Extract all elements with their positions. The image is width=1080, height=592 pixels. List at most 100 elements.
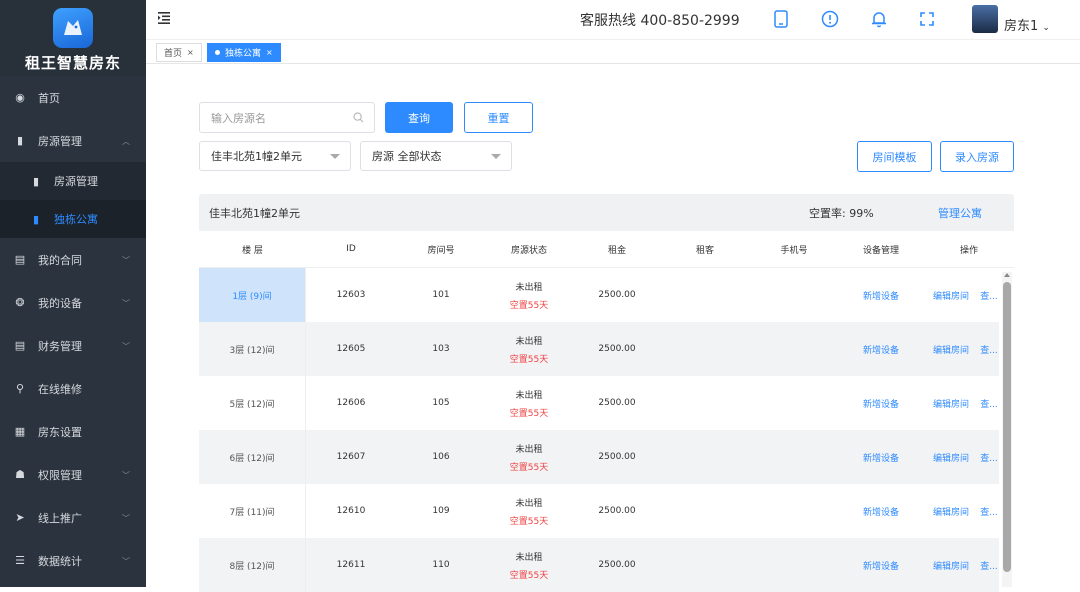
building-icon: ▮ [30, 213, 42, 225]
sidebar-item-statistics[interactable]: ☰ 数据统计 ﹀ [0, 539, 146, 582]
scrollbar-thumb[interactable] [1003, 282, 1011, 572]
chevron-down-icon: ﹀ [122, 556, 130, 567]
sidebar-sub-apartment[interactable]: ▮ 独栋公寓 [0, 200, 146, 238]
menu-toggle-icon[interactable] [158, 12, 172, 24]
search-input[interactable]: 输入房源名 [199, 102, 375, 133]
room-cell: 103 [411, 322, 471, 376]
tab-home[interactable]: 首页× [156, 43, 202, 62]
sidebar-item-label: 权限管理 [38, 467, 82, 483]
vacant-days: 空置55天 [510, 568, 548, 581]
edit-room-link[interactable]: 编辑房间 [925, 538, 977, 592]
fullscreen-icon[interactable] [918, 10, 936, 28]
sidebar-item-finance[interactable]: ▤ 财务管理 ﹀ [0, 324, 146, 367]
sidebar-item-label: 首页 [38, 90, 60, 106]
status-select[interactable]: 房源 全部状态 [360, 141, 512, 171]
floor-cell[interactable]: 5层 (12)间 [199, 376, 306, 430]
reset-button[interactable]: 重置 [464, 102, 533, 133]
sidebar-item-label: 房源管理 [38, 133, 82, 149]
status-text: 未出租 [515, 496, 542, 509]
sidebar-item-label: 财务管理 [38, 338, 82, 354]
tab-label: 独栋公寓 [225, 46, 261, 59]
close-icon[interactable]: × [187, 48, 194, 57]
view-link[interactable]: 查... [979, 484, 999, 538]
edit-room-link[interactable]: 编辑房间 [925, 376, 977, 430]
rent-cell: 2500.00 [587, 484, 647, 538]
add-device-link[interactable]: 新增设备 [851, 268, 911, 322]
status-text: 未出租 [515, 334, 542, 347]
sidebar-sub-property[interactable]: ▮ 房源管理 [0, 162, 146, 200]
close-icon[interactable]: × [266, 48, 273, 57]
room-cell: 109 [411, 484, 471, 538]
status-cell: 未出租空置55天 [499, 322, 559, 376]
tab-apartment[interactable]: 独栋公寓 × [207, 43, 281, 62]
finance-icon: ▤ [14, 340, 26, 352]
status-cell: 未出租空置55天 [499, 268, 559, 322]
table-row: 5层 (12)间 12606 105 未出租空置55天 2500.00 新增设备… [199, 376, 999, 430]
sidebar-item-settings[interactable]: ▦ 房东设置 [0, 410, 146, 453]
table-row: 6层 (12)间 12607 106 未出租空置55天 2500.00 新增设备… [199, 430, 999, 484]
col-id: ID [321, 244, 381, 254]
floor-cell[interactable]: 6层 (12)间 [199, 430, 306, 484]
add-device-link[interactable]: 新增设备 [851, 430, 911, 484]
query-button[interactable]: 查询 [385, 102, 453, 133]
avatar[interactable] [972, 5, 998, 33]
sidebar-item-devices[interactable]: ❂ 我的设备 ﹀ [0, 281, 146, 324]
floor-cell[interactable]: 8层 (12)间 [199, 538, 306, 592]
wolf-logo-icon [53, 8, 93, 48]
sidebar-item-permissions[interactable]: ☗ 权限管理 ﹀ [0, 453, 146, 496]
user-menu[interactable]: 房东1 ⌄ [1004, 15, 1050, 34]
apartment-panel: 佳丰北苑1幢2单元 空置率: 99% 管理公寓 楼 层 ID 房间号 房源状态 … [199, 194, 1014, 587]
manage-apartment-link[interactable]: 管理公寓 [938, 205, 982, 221]
col-device: 设备管理 [851, 243, 911, 256]
caret-down-icon: ⌄ [1042, 23, 1050, 33]
view-link[interactable]: 查... [979, 322, 999, 376]
view-link[interactable]: 查... [979, 430, 999, 484]
scroll-up-icon[interactable] [1004, 273, 1010, 277]
edit-room-link[interactable]: 编辑房间 [925, 430, 977, 484]
add-device-link[interactable]: 新增设备 [851, 322, 911, 376]
tablet-icon[interactable] [772, 10, 790, 28]
chevron-down-icon: ﹀ [122, 470, 130, 481]
edit-room-link[interactable]: 编辑房间 [925, 268, 977, 322]
search-icon: ⚲ [14, 383, 26, 395]
add-room-button[interactable]: 录入房源 [940, 141, 1014, 172]
hotline-text: 客服热线 400-850-2999 [580, 10, 740, 30]
users-icon: ☗ [14, 469, 26, 481]
sidebar-item-property[interactable]: ▮ 房源管理 ︿ [0, 119, 146, 162]
grid-icon: ▦ [14, 426, 26, 438]
floor-cell[interactable]: 1层 (9)间 [199, 268, 306, 322]
add-device-link[interactable]: 新增设备 [851, 538, 911, 592]
sidebar-nav: ◉ 首页 ▮ 房源管理 ︿ ▮ 房源管理 ▮ 独栋公寓 ▤ 我的合同 ﹀ ❂ 我… [0, 76, 146, 582]
status-text: 未出租 [515, 550, 542, 563]
building-select[interactable]: 佳丰北苑1幢2单元 [199, 141, 351, 171]
panel-title: 佳丰北苑1幢2单元 [209, 205, 300, 221]
status-cell: 未出租空置55天 [499, 376, 559, 430]
brand-logo[interactable]: 租王智慧房东 [0, 0, 146, 76]
add-device-link[interactable]: 新增设备 [851, 376, 911, 430]
view-link[interactable]: 查... [979, 376, 999, 430]
id-cell: 12605 [321, 322, 381, 376]
floor-cell[interactable]: 3层 (12)间 [199, 322, 306, 376]
building-select-value: 佳丰北苑1幢2单元 [211, 148, 302, 164]
sidebar-item-home[interactable]: ◉ 首页 [0, 76, 146, 119]
bell-icon[interactable] [870, 10, 888, 28]
sidebar-item-repair[interactable]: ⚲ 在线维修 [0, 367, 146, 410]
status-cell: 未出租空置55天 [499, 430, 559, 484]
panel-header: 佳丰北苑1幢2单元 空置率: 99% 管理公寓 [199, 194, 1014, 231]
floor-cell[interactable]: 7层 (11)间 [199, 484, 306, 538]
top-bar: 客服热线 400-850-2999 房东1 ⌄ [146, 0, 1080, 39]
view-link[interactable]: 查... [979, 268, 999, 322]
edit-room-link[interactable]: 编辑房间 [925, 322, 977, 376]
edit-room-link[interactable]: 编辑房间 [925, 484, 977, 538]
alert-icon[interactable] [821, 10, 839, 28]
sidebar-item-contract[interactable]: ▤ 我的合同 ﹀ [0, 238, 146, 281]
room-template-button[interactable]: 房间模板 [857, 141, 932, 172]
sidebar-item-label: 在线维修 [38, 381, 82, 397]
table-scrollbar[interactable] [1002, 272, 1012, 587]
status-select-value: 房源 全部状态 [372, 148, 442, 164]
sidebar-item-promotion[interactable]: ➤ 线上推广 ﹀ [0, 496, 146, 539]
view-link[interactable]: 查... [979, 538, 999, 592]
add-device-link[interactable]: 新增设备 [851, 484, 911, 538]
col-floor: 楼 层 [199, 243, 306, 256]
user-name: 房东1 [1004, 19, 1038, 34]
